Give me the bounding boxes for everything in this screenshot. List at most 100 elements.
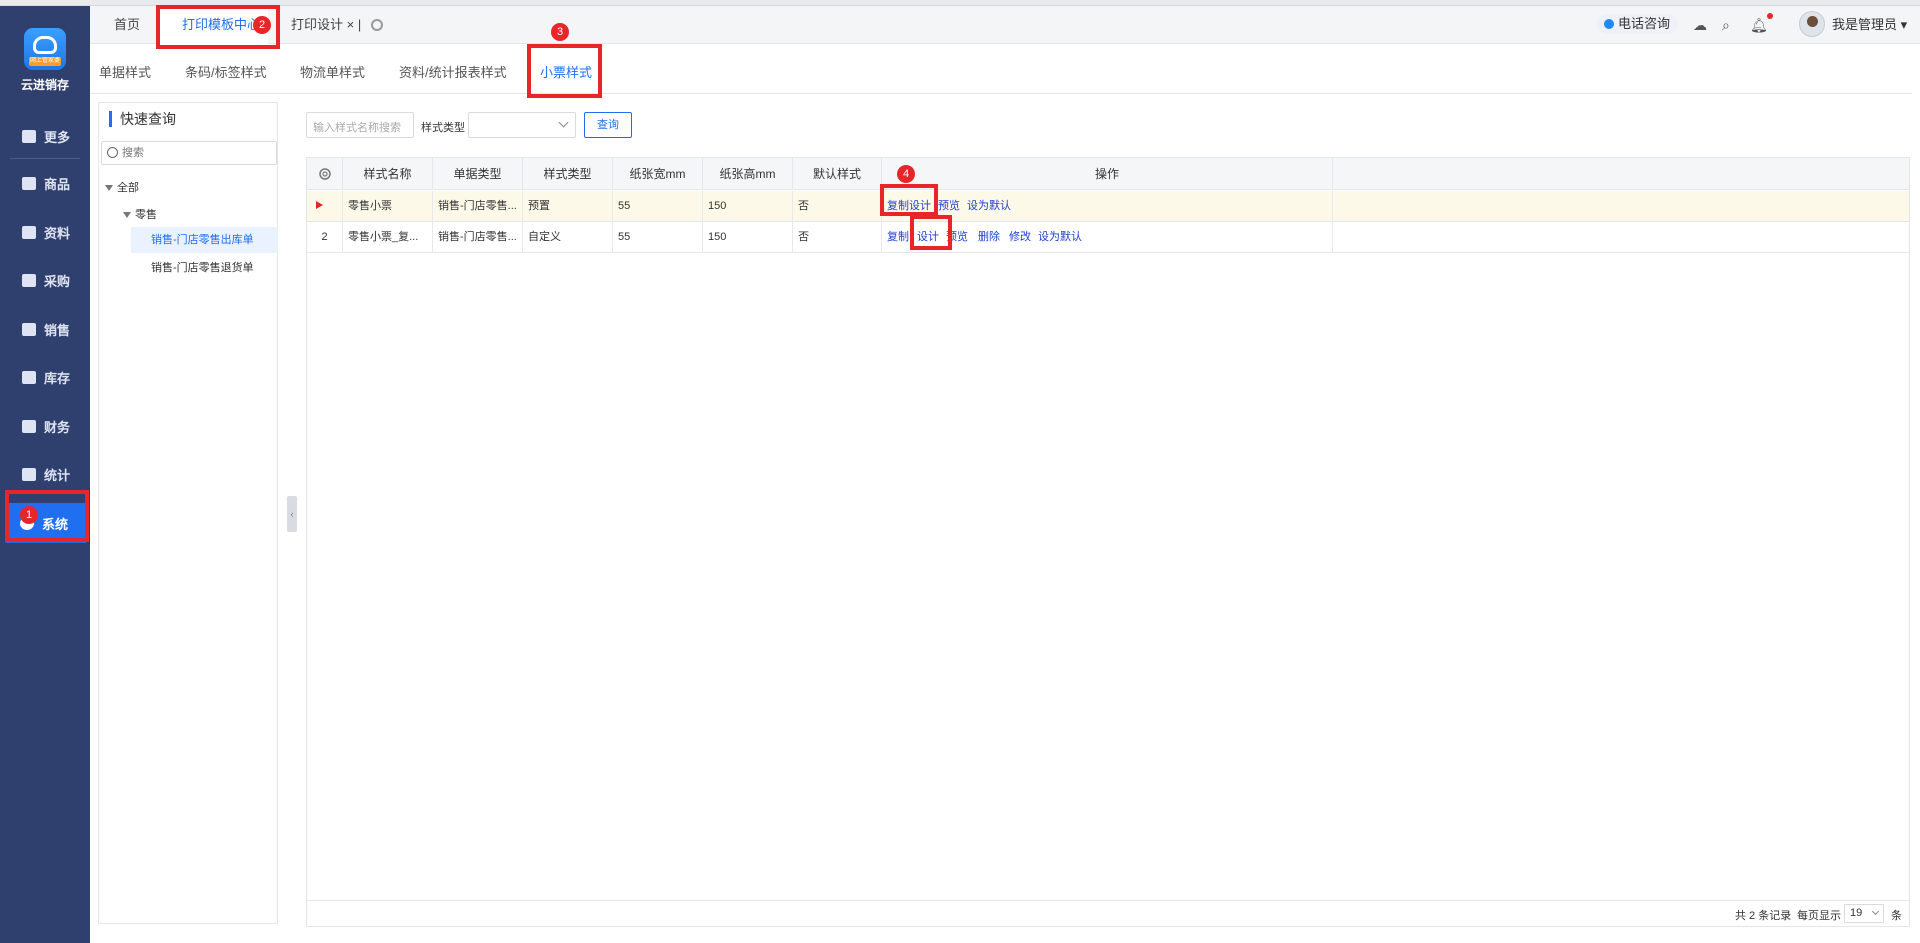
tab-home[interactable]: 首页 [114, 6, 140, 44]
caret-down-icon [105, 185, 113, 191]
query-button[interactable]: 查询 [584, 112, 632, 138]
sidebar-item-system[interactable]: 系统 [6, 503, 86, 543]
bell-icon[interactable]: 🔔︎ [1750, 17, 1768, 34]
phone-label: 电话咨询 [1618, 16, 1671, 31]
style-name-search-input[interactable]: 输入样式名称搜索 [306, 112, 414, 138]
gear-icon [318, 168, 331, 180]
sidebar-item-label: 财务 [44, 419, 71, 435]
set-default-link[interactable]: 设为默认 [967, 191, 1011, 222]
sidebar-item-stats[interactable]: 统计 [0, 454, 90, 494]
logo-tag: 网上管家婆 [29, 57, 61, 66]
subtab-document-style[interactable]: 单据样式 [99, 62, 151, 81]
tab-print-template-center[interactable]: 打印模板中心 [158, 6, 268, 44]
search-icon [107, 147, 118, 158]
cell-actions: 复制设计 预览 设为默认 [882, 191, 1333, 222]
yuan-icon [22, 419, 36, 433]
tree-node-label: 零售 [135, 209, 157, 221]
cell-height: 150 [703, 222, 793, 253]
style-type-select[interactable] [468, 112, 576, 138]
sidebar-divider [10, 158, 80, 159]
preview-link[interactable]: 预览 [946, 222, 968, 253]
step-badge-3: 3 [551, 23, 569, 41]
edit-link[interactable]: 修改 [1009, 222, 1031, 253]
tree-node-retail-outbound[interactable]: 销售-门店零售出库单 [131, 227, 278, 253]
delete-link[interactable]: 删除 [978, 222, 1000, 253]
cell-doc-type: 销售-门店零售... [433, 191, 523, 222]
sidebar-item-stock[interactable]: 库存 [0, 357, 90, 397]
total-records: 共 2 条记录 [1735, 910, 1792, 922]
sidebar-item-goods[interactable]: 商品 [0, 163, 90, 203]
tree-node-retail[interactable]: 零售 [123, 206, 157, 222]
copy-design-link[interactable]: 复制设计 [887, 191, 931, 222]
cell-filler [1333, 191, 1909, 222]
column-header-filler [1333, 158, 1909, 190]
current-row-arrow-icon [316, 201, 323, 209]
tree-search-box[interactable] [101, 141, 277, 165]
per-page-unit: 条 [1891, 910, 1902, 922]
sidebar-item-data[interactable]: 资料 [0, 212, 90, 252]
sidebar-item-label: 采购 [44, 273, 71, 289]
user-menu[interactable]: 我是管理员 ▾ [1832, 14, 1907, 33]
column-header[interactable]: 纸张宽mm [613, 158, 703, 190]
column-settings[interactable] [307, 158, 343, 190]
column-header[interactable]: 默认样式 [793, 158, 882, 190]
cell-width: 55 [613, 191, 703, 222]
app-name: 云进销存 [20, 78, 69, 92]
tree-search-input[interactable] [122, 145, 272, 161]
subtab-logistics-style[interactable]: 物流单样式 [300, 62, 365, 81]
style-type-label: 样式类型 [421, 122, 465, 134]
cell-name: 零售小票_复... [343, 222, 433, 253]
sidebar-item-purchase[interactable]: 采购 [0, 260, 90, 300]
step-badge-2: 2 [253, 16, 271, 34]
table-row[interactable]: 零售小票 销售-门店零售... 预置 55 150 否 复制设计 预览 设为默认 [307, 191, 1909, 222]
search-icon[interactable]: ⌕ [1722, 17, 1730, 34]
cell-doc-type: 销售-门店零售... [433, 222, 523, 253]
sidebar-item-finance[interactable]: 财务 [0, 406, 90, 446]
cell-height: 150 [703, 191, 793, 222]
column-header[interactable]: 样式类型 [523, 158, 613, 190]
panel-title: 快速查询 [109, 111, 176, 127]
app-logo[interactable]: 网上管家婆 云进销存 [0, 28, 90, 93]
copy-link[interactable]: 复制 [887, 222, 909, 253]
sidebar-item-label: 销售 [44, 322, 71, 338]
phone-icon [1604, 19, 1614, 29]
warehouse-icon [22, 370, 36, 384]
gear-icon[interactable] [371, 19, 383, 31]
sidebar-item-label: 更多 [44, 129, 71, 145]
cell-actions: 复制 设计 预览 删除 修改 设为默认 [882, 222, 1333, 253]
tree-node-label: 全部 [117, 182, 139, 194]
tree-node-retail-return[interactable]: 销售-门店零售退货单 [151, 259, 254, 275]
style-category-tabs: 单据样式 条码/标签样式 物流单样式 资料/统计报表样式 小票样式 [90, 44, 1912, 94]
subtab-receipt-style[interactable]: 小票样式 [540, 62, 592, 81]
sidebar-item-sales[interactable]: 销售 [0, 309, 90, 349]
column-header[interactable]: 样式名称 [343, 158, 433, 190]
cell-filler [1333, 222, 1909, 253]
subtab-barcode-label-style[interactable]: 条码/标签样式 [185, 62, 267, 81]
tab-label: 打印设计 × [291, 17, 355, 32]
column-header[interactable]: 纸张高mm [703, 158, 793, 190]
collapse-handle[interactable]: ‹ [287, 496, 297, 532]
phone-consult-button[interactable]: 电话咨询 [1596, 14, 1679, 34]
per-page-select[interactable]: 19 [1844, 904, 1884, 923]
user-name: 我是管理员 [1832, 17, 1898, 32]
cell-width: 55 [613, 222, 703, 253]
cell-default: 否 [793, 222, 882, 253]
table-row[interactable]: 2 零售小票_复... 销售-门店零售... 自定义 55 150 否 复制 设… [307, 222, 1909, 253]
tab-label: 打印模板中心 [182, 17, 261, 32]
caret-down-icon [123, 212, 131, 218]
set-default-link[interactable]: 设为默认 [1038, 222, 1082, 253]
tab-print-design[interactable]: 打印设计 × | [291, 6, 361, 44]
avatar[interactable] [1799, 11, 1825, 37]
design-link[interactable]: 设计 [917, 222, 939, 253]
cloud-icon[interactable]: ☁ [1693, 17, 1707, 34]
chevron-down-icon [1871, 907, 1880, 916]
document-icon [22, 225, 36, 239]
subtab-report-style[interactable]: 资料/统计报表样式 [399, 62, 507, 81]
column-header[interactable]: 单据类型 [433, 158, 523, 190]
cell-default: 否 [793, 191, 882, 222]
style-table: 样式名称 单据类型 样式类型 纸张宽mm 纸张高mm 默认样式 操作 零售小票 … [306, 157, 1910, 927]
sidebar-item-more[interactable]: 更多 [0, 116, 90, 156]
preview-link[interactable]: 预览 [938, 191, 960, 222]
tree-node-all[interactable]: 全部 [105, 179, 139, 195]
bar-chart-icon [22, 322, 36, 336]
